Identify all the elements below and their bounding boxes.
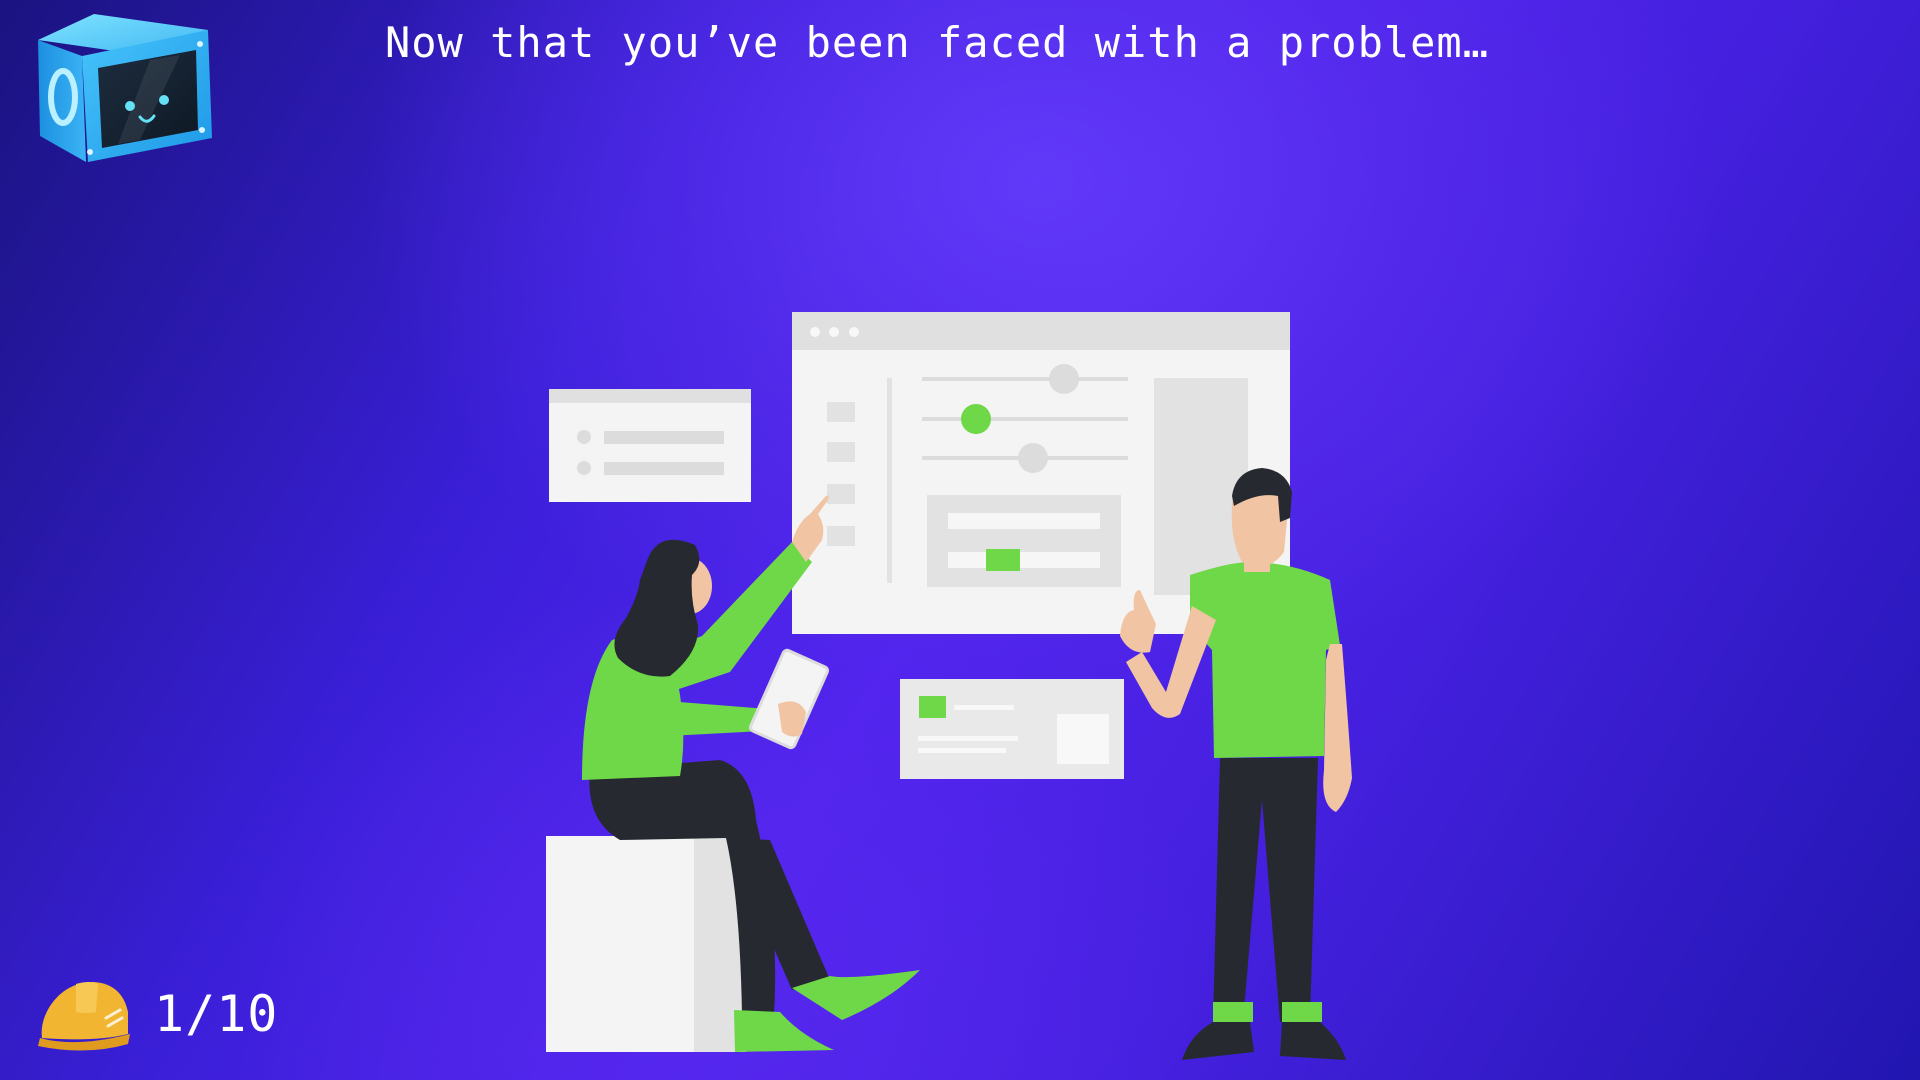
summary-card [900,679,1124,779]
progress-counter: 1/10 [154,985,279,1043]
team-discussing-dashboard-illustration [546,312,1352,1060]
hard-hat-icon [38,982,130,1051]
progress-indicator: 1/10 [36,964,278,1064]
cube-seat [546,836,746,1052]
page-headline: Now that you’ve been faced with a proble… [384,18,1490,67]
list-card [549,389,751,502]
